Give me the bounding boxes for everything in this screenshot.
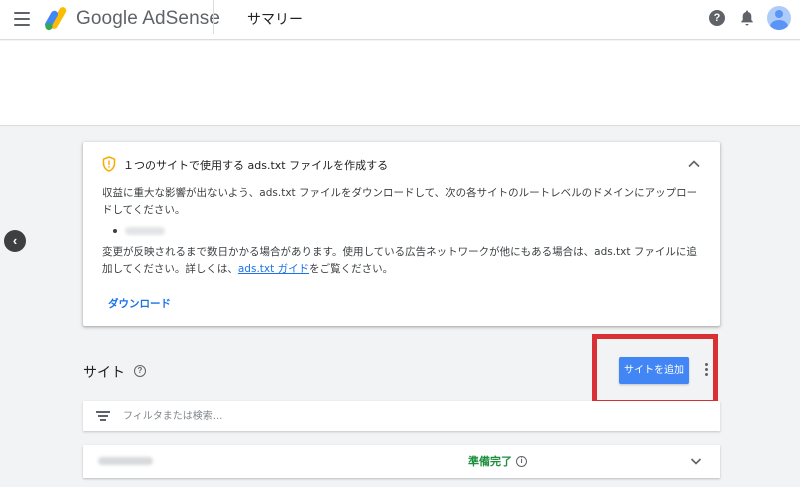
avatar-shoulders <box>770 20 788 30</box>
back-button[interactable]: ‹ <box>4 230 26 252</box>
notice-title: １つのサイトで使用する ads.txt ファイルを作成する <box>123 159 389 172</box>
notice-paragraph-2-text: 変更が反映されるまで数日かかる場合があります。使用している広告ネットワークが他に… <box>102 246 697 275</box>
blurred-domain <box>125 227 165 235</box>
filter-icon[interactable] <box>96 411 110 421</box>
more-vert-icon[interactable] <box>703 363 709 379</box>
ads-txt-notice-card: １つのサイトで使用する ads.txt ファイルを作成する 収益に重大な影響が出… <box>83 142 720 326</box>
page-title: サマリー <box>247 12 303 28</box>
site-list-item <box>113 227 165 235</box>
app-name: Google AdSense <box>76 8 221 29</box>
notice-paragraph-1: 収益に重大な影響が出ないよう、ads.txt ファイルをダウンロードして、次の各… <box>102 187 698 216</box>
bell-icon[interactable] <box>739 9 755 27</box>
chevron-down-icon[interactable] <box>689 454 703 468</box>
header-divider <box>213 0 214 34</box>
add-site-button[interactable]: サイトを追加 <box>619 357 689 384</box>
menu-icon[interactable] <box>14 12 30 26</box>
avatar[interactable] <box>767 6 791 30</box>
filter-search-input[interactable] <box>123 401 703 431</box>
info-icon[interactable]: i <box>516 456 527 467</box>
ads-txt-guide-link[interactable]: ads.txt ガイド <box>238 263 309 275</box>
chevron-up-icon[interactable] <box>685 155 703 173</box>
sites-heading: サイト <box>83 365 125 381</box>
blurred-site-name <box>98 457 153 465</box>
help-icon[interactable]: ? <box>709 10 725 26</box>
download-button[interactable]: ダウンロード <box>108 296 171 311</box>
site-row[interactable]: 準備完了 i <box>83 445 720 478</box>
warning-shield-icon <box>102 156 116 172</box>
notice-paragraph-2: 変更が反映されるまで数日かかる場合があります。使用している広告ネットワークが他に… <box>102 244 707 278</box>
adsense-logo[interactable] <box>44 7 70 31</box>
avatar-head <box>775 10 783 18</box>
site-status: 準備完了 <box>468 455 512 468</box>
top-app-bar: Google AdSense サマリー ? <box>0 0 800 40</box>
bullet-dot <box>113 229 117 233</box>
header-banner-area <box>0 41 800 126</box>
filter-bar <box>83 401 720 431</box>
sites-help-icon[interactable]: ? <box>134 365 146 377</box>
notice-paragraph-2-tail: をご覧ください。 <box>309 263 394 275</box>
